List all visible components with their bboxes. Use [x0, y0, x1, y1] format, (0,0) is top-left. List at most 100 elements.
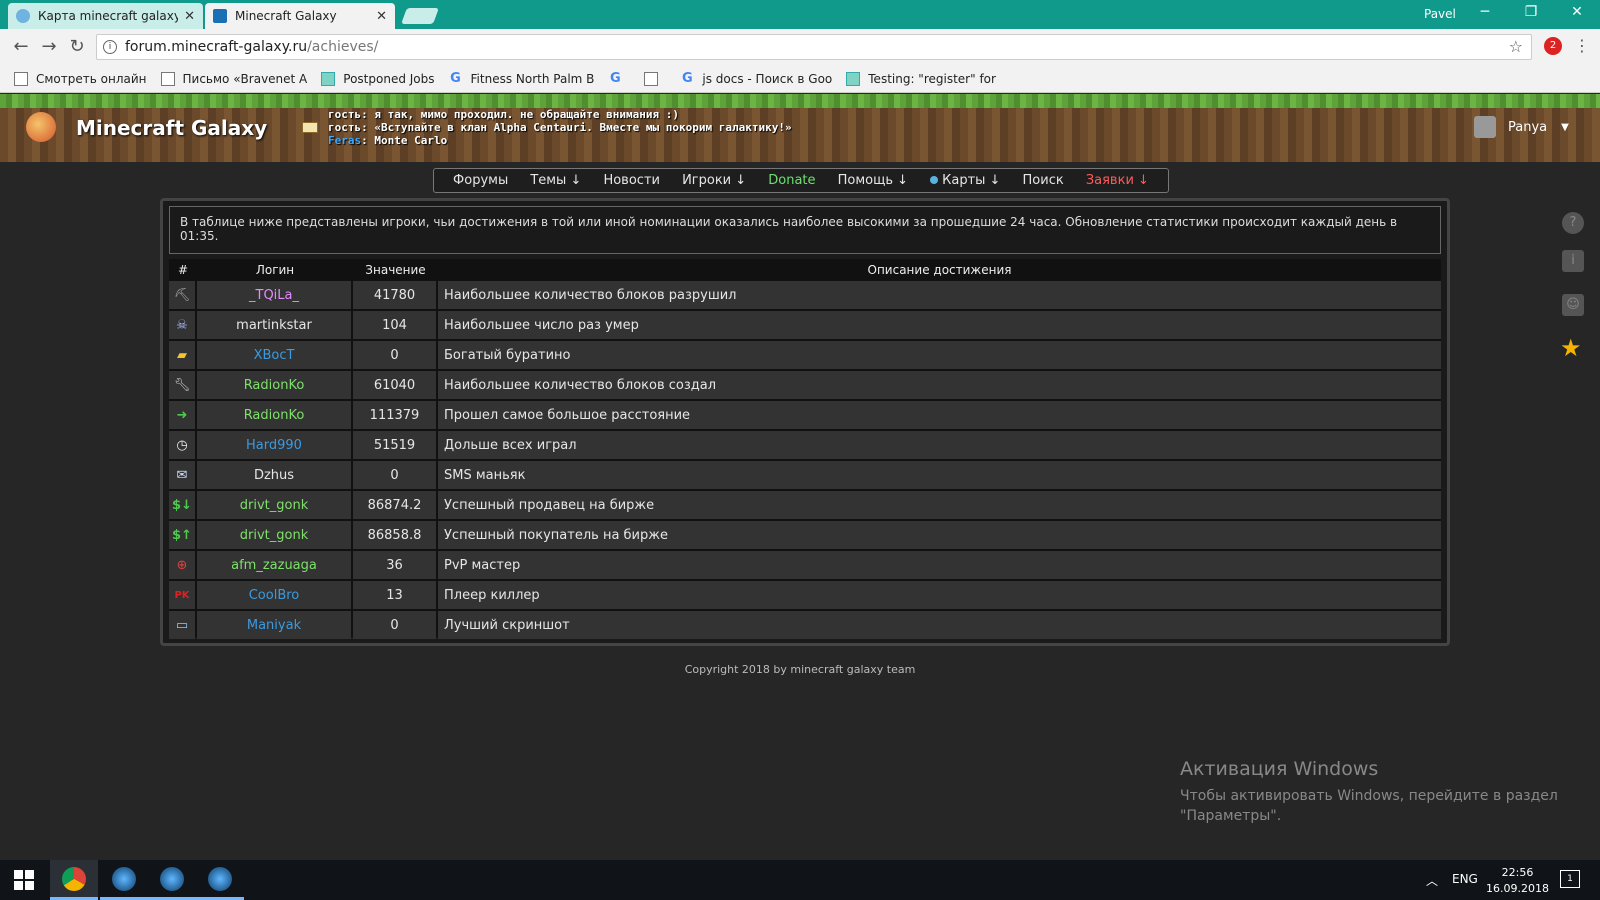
- nav-search[interactable]: Поиск: [1023, 173, 1064, 188]
- table-row: PK CoolBro 13 Плеер киллер: [169, 581, 1441, 609]
- row-login[interactable]: Hard990: [197, 431, 351, 459]
- taskbar-app-3[interactable]: [196, 860, 244, 900]
- menu-dots-icon[interactable]: ⋮: [1574, 36, 1590, 55]
- taskbar-app-2[interactable]: [148, 860, 196, 900]
- row-login[interactable]: RadionKo: [197, 401, 351, 429]
- tab-title: Карта minecraft galaxy: [38, 9, 179, 23]
- dollar-down-icon: $↓: [172, 497, 192, 513]
- taskbar-chrome[interactable]: [50, 860, 98, 900]
- bookmark-item[interactable]: Смотреть онлайн: [14, 71, 147, 86]
- nav-news[interactable]: Новости: [603, 173, 660, 188]
- row-login[interactable]: Maniyak: [197, 611, 351, 639]
- row-login[interactable]: CoolBro: [197, 581, 351, 609]
- row-value: 0: [353, 341, 436, 369]
- info-icon[interactable]: i: [103, 40, 117, 54]
- globe-icon: [16, 9, 30, 23]
- address-bar[interactable]: i forum.minecraft-galaxy.ru/achieves/ ☆: [96, 34, 1532, 60]
- windows-taskbar: ︿ ENG 22:56 16.09.2018 1: [0, 860, 1600, 900]
- windows-start-icon[interactable]: [14, 870, 34, 890]
- language-indicator[interactable]: ENG: [1452, 872, 1478, 886]
- restore-icon[interactable]: ❐: [1516, 4, 1546, 20]
- bookmark-item[interactable]: Gjs docs - Поиск в Goo: [680, 71, 833, 86]
- app-icon: [160, 866, 184, 891]
- bookmark-item[interactable]: G Fitness North Palm B: [449, 70, 595, 86]
- row-login[interactable]: XBocT: [197, 341, 351, 369]
- extension-icon[interactable]: 2: [1544, 37, 1562, 55]
- row-icon-cell: ⛏: [169, 281, 195, 309]
- row-value: 86858.8: [353, 521, 436, 549]
- row-login[interactable]: afm_zazuaga: [197, 551, 351, 579]
- bookmark-item[interactable]: Письмо «Bravenet A: [160, 71, 307, 86]
- new-tab-button[interactable]: [401, 8, 439, 24]
- bookmark-item[interactable]: G: [608, 71, 630, 86]
- bookmark-item[interactable]: Postponed Jobs: [321, 71, 435, 86]
- help-icon[interactable]: ?: [1562, 212, 1584, 234]
- main-nav: Форумы Темы ↓ Новости Игроки ↓ Donate По…: [433, 168, 1169, 193]
- chat-nick[interactable]: Feras: [328, 134, 361, 147]
- tray-chevron-up-icon[interactable]: ︿: [1426, 872, 1438, 889]
- bookmark-label: js docs - Поиск в Goo: [702, 71, 833, 86]
- table-row: ☠ martinkstar 104 Наибольшее число раз у…: [169, 311, 1441, 339]
- nav-applications[interactable]: Заявки ↓: [1086, 173, 1149, 188]
- tab-map[interactable]: Карта minecraft galaxy ✕: [8, 3, 203, 29]
- caret-down-icon: ▼: [1561, 121, 1569, 133]
- site-header: Minecraft Galaxy гость: я так, мимо прох…: [0, 94, 1600, 162]
- taskbar-app-1[interactable]: [100, 860, 148, 900]
- close-icon[interactable]: ✕: [184, 9, 195, 24]
- close-icon[interactable]: ✕: [376, 9, 387, 24]
- nav-donate[interactable]: Donate: [768, 173, 815, 188]
- url-path: /achieves/: [307, 39, 379, 55]
- star-icon[interactable]: ★: [1560, 334, 1582, 362]
- bookmark-star-icon[interactable]: ☆: [1509, 37, 1523, 56]
- bookmark-item[interactable]: [644, 71, 666, 86]
- url-domain: forum.minecraft-galaxy.ru: [125, 39, 308, 55]
- notifications-icon[interactable]: 1: [1560, 870, 1580, 888]
- mail-icon[interactable]: [302, 122, 318, 133]
- row-description: Лучший скриншот: [438, 611, 1441, 639]
- bookmark-item[interactable]: Testing: "register" for: [846, 71, 996, 86]
- nav-maps[interactable]: Карты ↓: [930, 173, 1000, 188]
- row-login[interactable]: drivt_gonk: [197, 491, 351, 519]
- site-name[interactable]: Minecraft Galaxy: [76, 116, 267, 140]
- globe-dot-icon: [930, 176, 939, 184]
- nav-help[interactable]: Помощь ↓: [838, 173, 908, 188]
- table-row: ▭ Maniyak 0 Лучший скриншот: [169, 611, 1441, 639]
- row-login[interactable]: martinkstar: [197, 311, 351, 339]
- chrome-icon: [62, 866, 86, 891]
- forward-arrow-icon[interactable]: →: [38, 36, 60, 57]
- google-icon: G: [450, 70, 461, 86]
- bookmark-label: Fitness North Palm B: [470, 71, 595, 86]
- close-window-icon[interactable]: ✕: [1562, 4, 1592, 20]
- app-icon: [208, 866, 232, 891]
- reload-icon[interactable]: ↻: [66, 36, 88, 57]
- row-login[interactable]: Dzhus: [197, 461, 351, 489]
- table-row: $↑ drivt_gonk 86858.8 Успешный покупател…: [169, 521, 1441, 549]
- row-description: Богатый буратино: [438, 341, 1441, 369]
- row-login[interactable]: _TQiLa_: [197, 281, 351, 309]
- player-head-icon[interactable]: ☺: [1562, 294, 1584, 316]
- minimize-icon[interactable]: ─: [1470, 4, 1500, 20]
- tab-minecraft-galaxy[interactable]: Minecraft Galaxy ✕: [205, 3, 395, 29]
- window-user[interactable]: Pavel: [1424, 7, 1456, 21]
- pickaxe-icon: ⛏: [173, 287, 191, 303]
- clock[interactable]: 22:56 16.09.2018: [1486, 865, 1549, 897]
- table-row: ⊕ afm_zazuaga 36 PvP мастер: [169, 551, 1441, 579]
- row-login[interactable]: RadionKo: [197, 371, 351, 399]
- user-menu[interactable]: Panya ▼: [1474, 116, 1569, 138]
- nav-topics[interactable]: Темы ↓: [530, 173, 581, 188]
- nav-forums[interactable]: Форумы: [453, 173, 508, 188]
- row-description: Успешный продавец на бирже: [438, 491, 1441, 519]
- row-value: 104: [353, 311, 436, 339]
- chat-text: гость: я так, мимо проходил. не обращайт…: [328, 108, 679, 121]
- back-arrow-icon[interactable]: ←: [10, 36, 32, 57]
- info-icon[interactable]: i: [1562, 250, 1584, 272]
- activation-text-1: Чтобы активировать Windows, перейдите в …: [1180, 788, 1558, 804]
- row-value: 41780: [353, 281, 436, 309]
- site-logo-icon[interactable]: [26, 112, 56, 142]
- nav-players[interactable]: Игроки ↓: [682, 173, 746, 188]
- table-row: ✉ Dzhus 0 SMS маньяк: [169, 461, 1441, 489]
- row-description: SMS маньяк: [438, 461, 1441, 489]
- bookmark-label: Testing: "register" for: [868, 71, 996, 86]
- row-login[interactable]: drivt_gonk: [197, 521, 351, 549]
- table-row: ⛏ _TQiLa_ 41780 Наибольшее количество бл…: [169, 281, 1441, 309]
